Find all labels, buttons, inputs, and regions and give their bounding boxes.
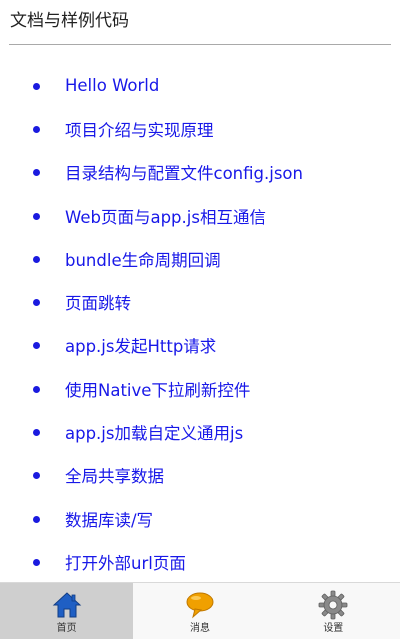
app-window: 文档与样例代码 Hello World 项目介绍与实现原理 目录结构与配置文件c… — [0, 0, 400, 639]
bullet-icon — [33, 472, 40, 480]
bullet-icon — [33, 515, 40, 523]
bullet-icon — [33, 558, 40, 566]
bullet-icon — [33, 82, 40, 90]
bullet-icon — [33, 125, 40, 133]
doc-link[interactable]: Hello World — [65, 76, 159, 95]
bullet-icon — [33, 342, 40, 350]
doc-link[interactable]: 目录结构与配置文件config.json — [65, 160, 303, 184]
doc-link[interactable]: app.js加载自定义通用js — [65, 420, 243, 444]
list-item-shared-data[interactable]: 全局共享数据 — [0, 454, 400, 497]
list-item-external-url[interactable]: 打开外部url页面 — [0, 540, 400, 583]
doc-list: Hello World 项目介绍与实现原理 目录结构与配置文件config.js… — [0, 64, 400, 582]
doc-link[interactable]: app.js发起Http请求 — [65, 333, 216, 357]
bullet-icon — [33, 169, 40, 177]
list-item-web-communication[interactable]: Web页面与app.js相互通信 — [0, 194, 400, 237]
tab-label: 设置 — [323, 623, 344, 634]
list-item-bundle-lifecycle[interactable]: bundle生命周期回调 — [0, 237, 400, 280]
bullet-icon — [33, 255, 40, 263]
bottom-tab-bar: 首页 消息 设置 — [0, 582, 400, 639]
page-header: 文档与样例代码 — [0, 0, 400, 46]
tab-label: 消息 — [189, 623, 210, 634]
list-item-pull-refresh[interactable]: 使用Native下拉刷新控件 — [0, 367, 400, 410]
doc-link[interactable]: 使用Native下拉刷新控件 — [65, 377, 250, 401]
tab-home[interactable]: 首页 — [0, 583, 134, 639]
tab-messages[interactable]: 消息 — [133, 583, 266, 639]
doc-link[interactable]: Web页面与app.js相互通信 — [65, 204, 266, 228]
header-divider — [9, 44, 391, 45]
chat-bubble-icon — [186, 592, 214, 619]
page-title: 文档与样例代码 — [10, 11, 129, 31]
gear-icon — [318, 590, 348, 620]
bullet-icon — [33, 299, 40, 307]
tab-settings[interactable]: 设置 — [267, 583, 400, 639]
bullet-icon — [33, 429, 40, 437]
doc-link[interactable]: 打开外部url页面 — [65, 550, 186, 574]
doc-link[interactable]: 页面跳转 — [65, 290, 131, 314]
list-item-navigation[interactable]: 页面跳转 — [0, 280, 400, 323]
list-item-hello-world[interactable]: Hello World — [0, 64, 400, 107]
bullet-icon — [33, 212, 40, 220]
home-icon — [52, 592, 81, 618]
list-item-config[interactable]: 目录结构与配置文件config.json — [0, 151, 400, 194]
list-item-intro[interactable]: 项目介绍与实现原理 — [0, 107, 400, 150]
list-item-http-request[interactable]: app.js发起Http请求 — [0, 324, 400, 367]
list-item-custom-js[interactable]: app.js加载自定义通用js — [0, 410, 400, 453]
doc-link[interactable]: bundle生命周期回调 — [65, 247, 221, 271]
tab-label: 首页 — [56, 623, 77, 634]
list-item-database[interactable]: 数据库读/写 — [0, 497, 400, 540]
doc-link[interactable]: 项目介绍与实现原理 — [65, 117, 214, 141]
doc-link[interactable]: 全局共享数据 — [65, 463, 164, 487]
bullet-icon — [33, 385, 40, 393]
doc-link[interactable]: 数据库读/写 — [65, 507, 153, 531]
